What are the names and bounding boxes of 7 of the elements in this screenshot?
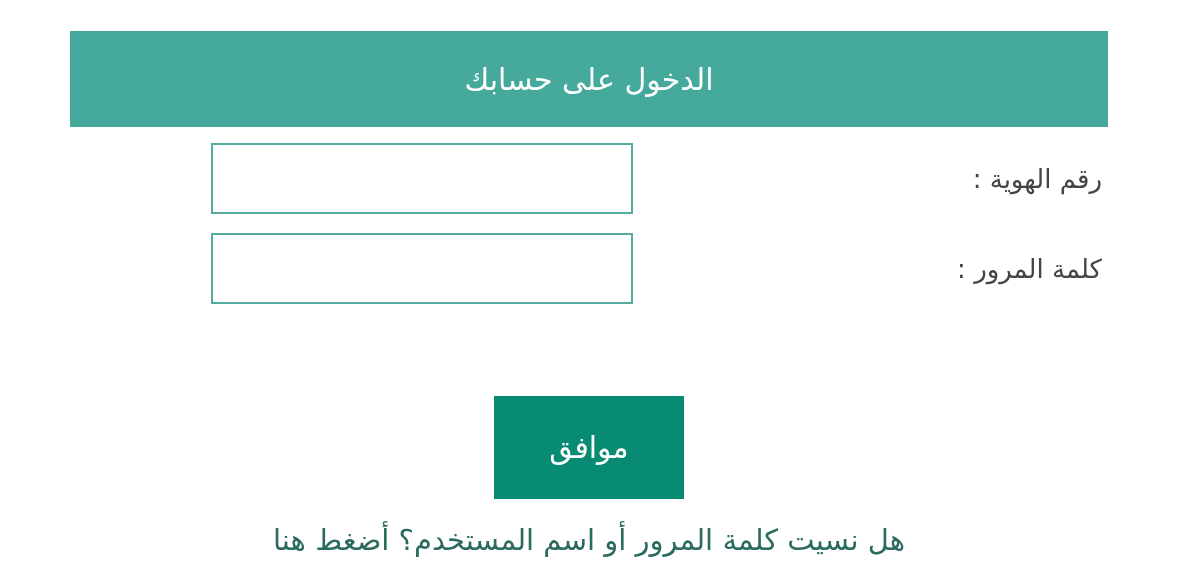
submit-button[interactable]: موافق — [494, 396, 684, 499]
field-label: كلمة المرور : — [956, 253, 1103, 284]
input-field[interactable] — [211, 233, 633, 304]
input-field[interactable] — [211, 143, 633, 214]
field-label: رقم الهوية : — [971, 163, 1103, 194]
header-title: الدخول على حسابك — [464, 61, 714, 97]
forgot-password-link[interactable]: هل نسيت كلمة المرور أو اسم المستخدم؟ أضغط هنا — [273, 523, 905, 557]
